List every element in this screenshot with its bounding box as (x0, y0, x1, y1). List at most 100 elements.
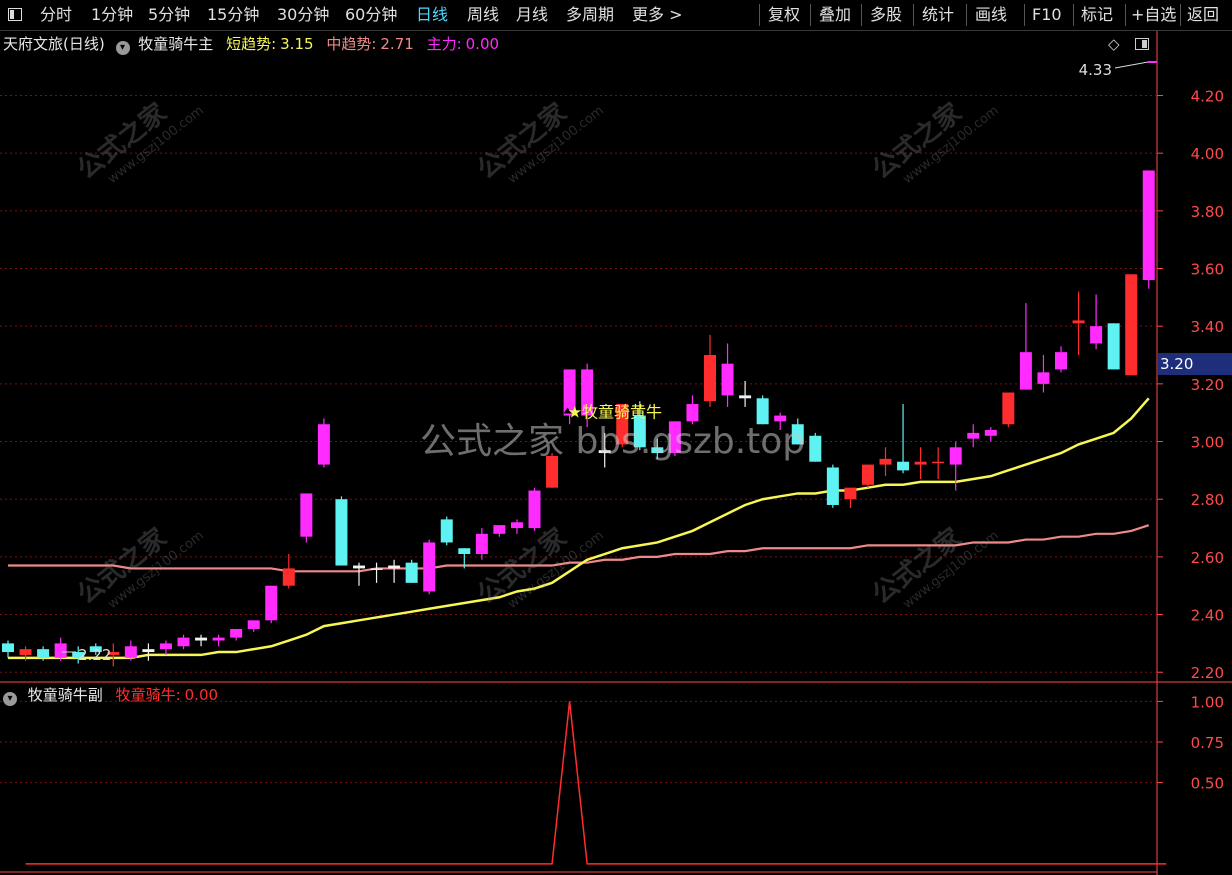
candle-body (195, 637, 208, 641)
candle-body (353, 565, 365, 569)
candle-body (265, 585, 278, 621)
chart-background (0, 30, 1232, 875)
stock-title: 天府文旅(日线) (3, 35, 105, 53)
toolbar-right-6[interactable]: 标记 (1081, 0, 1113, 30)
sub-y-tick-label: 0.50 (1191, 775, 1224, 793)
candle-body (826, 467, 839, 505)
candle-body (493, 525, 506, 534)
toolbar-tab-10[interactable]: 更多 > (632, 0, 683, 30)
candle-body (861, 464, 874, 485)
toolbar-right-7[interactable]: +自选 (1131, 0, 1176, 30)
sub-indicator-name[interactable]: 牧童骑牛副 (28, 686, 103, 704)
candle-body (54, 643, 67, 658)
candle-body (879, 458, 892, 465)
toolbar-tab-0[interactable]: 分时 (40, 0, 72, 30)
toolbar-right-8[interactable]: 返回 (1187, 0, 1219, 30)
diamond-icon[interactable]: ◇ (1108, 36, 1124, 52)
candle-body (19, 649, 32, 655)
candle-body (1090, 326, 1103, 344)
candle-body (2, 643, 14, 653)
toolbar-tab-6[interactable]: 日线 (416, 0, 448, 30)
toolbar-tab-3[interactable]: 15分钟 (207, 0, 259, 30)
toolbar-right-2[interactable]: 多股 (870, 0, 902, 30)
signal-label: ★牧童骑黄牛 (568, 402, 662, 421)
signal-value: 0.00 (184, 686, 219, 704)
candle-body (1072, 320, 1085, 324)
toolbar-right-4[interactable]: 画线 (975, 0, 1007, 30)
candle-body (475, 533, 488, 554)
candle-body (809, 435, 822, 462)
current-price-tag: 3.20 (1158, 353, 1232, 375)
candle-body (282, 568, 295, 586)
candle-body (1142, 170, 1155, 281)
short-trend-label: 短趋势: (226, 35, 277, 53)
low-price-marker: 2.22 (78, 646, 111, 664)
candle-body (546, 455, 559, 488)
collapse-icon[interactable]: ▾ (115, 41, 130, 55)
y-tick-label: 3.20 (1191, 376, 1224, 394)
toolbar-tab-8[interactable]: 月线 (516, 0, 548, 30)
main-force-label: 主力: (426, 35, 462, 53)
candle-body (300, 493, 313, 537)
y-tick-label: 2.20 (1191, 664, 1224, 682)
toolbar-right-0[interactable]: 复权 (768, 0, 800, 30)
toolbar-tab-1[interactable]: 1分钟 (91, 0, 133, 30)
toolbar-right-1[interactable]: 叠加 (819, 0, 851, 30)
sub-header: ▾ 牧童骑牛副 牧童骑牛: 0.00 (3, 685, 219, 706)
candle-body (510, 522, 523, 529)
candle-body (230, 628, 243, 638)
kline-chart[interactable]: 4.20 4.00 3.80 3.60 3.40 3.20 3.00 2.80 2.60 2.40… (0, 0, 1232, 875)
menu-toggle-icon[interactable] (8, 8, 22, 21)
candle-body (774, 415, 787, 422)
candle-body (528, 490, 541, 529)
y-tick-label: 4.20 (1191, 87, 1224, 105)
high-price-marker: 4.33 (1079, 61, 1112, 79)
y-tick-label: 2.80 (1191, 491, 1224, 509)
candle-body (212, 637, 225, 641)
signal-label: 牧童骑牛: (115, 686, 181, 704)
candle-body (159, 643, 172, 650)
candle-body (370, 568, 383, 570)
panel-toggle-icon[interactable] (1135, 38, 1149, 50)
toolbar-tab-2[interactable]: 5分钟 (148, 0, 190, 30)
mid-trend-label: 中趋势: (326, 35, 377, 53)
y-tick-label: 3.60 (1191, 261, 1224, 279)
y-tick-label: 2.60 (1191, 549, 1224, 567)
candle-body (704, 355, 716, 402)
candle-body (897, 461, 910, 471)
candle-body (984, 430, 997, 436)
candle-body (458, 548, 471, 554)
candle-body (1107, 323, 1120, 370)
candle-body (440, 519, 453, 543)
short-trend-value: 3.15 (280, 35, 314, 53)
candle-body (598, 450, 611, 454)
y-tick-label: 4.00 (1191, 145, 1224, 163)
sub-y-tick-label: 0.75 (1191, 734, 1224, 752)
candle-body (721, 363, 734, 396)
candle-body (686, 404, 699, 422)
candle-body (405, 562, 418, 583)
candle-body (651, 447, 664, 454)
toolbar-tab-9[interactable]: 多周期 (566, 0, 614, 30)
toolbar-tab-7[interactable]: 周线 (467, 0, 499, 30)
candle-body (791, 424, 804, 445)
candle-body (1037, 372, 1050, 384)
candle-body (967, 432, 980, 439)
candle-body (317, 424, 330, 465)
candle-body (124, 646, 137, 658)
y-tick-label: 2.40 (1191, 607, 1224, 625)
sub-collapse-icon[interactable]: ▾ (3, 692, 17, 706)
toolbar-tab-5[interactable]: 60分钟 (345, 0, 397, 30)
candle-body (423, 542, 436, 592)
y-tick-label: 3.40 (1191, 318, 1224, 336)
toolbar-right-3[interactable]: 统计 (922, 0, 954, 30)
candle-body (247, 620, 260, 629)
indicator-name[interactable]: 牧童骑牛主 (138, 35, 213, 53)
period-toolbar: 分时 1分钟 5分钟 15分钟 30分钟 60分钟 日线 周线 月线 多周期 更多 > 复权 叠加 多股统… (0, 0, 1232, 31)
candle-body (1019, 352, 1032, 390)
candle-body (844, 487, 857, 500)
toolbar-tab-4[interactable]: 30分钟 (277, 0, 329, 30)
toolbar-right-5[interactable]: F10 (1032, 0, 1062, 30)
candle-body (668, 421, 681, 454)
candle-body (932, 461, 945, 464)
